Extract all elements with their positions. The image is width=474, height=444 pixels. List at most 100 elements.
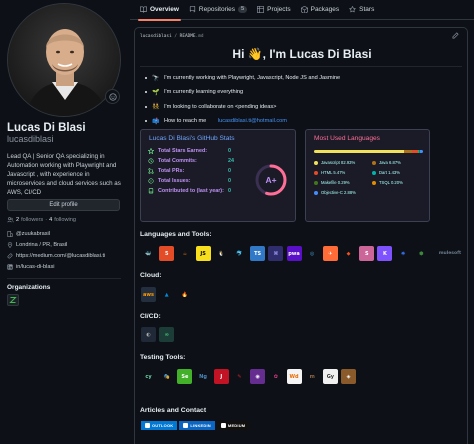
stat-row: Total Stars Earned: 0 (148, 148, 268, 154)
linkedin-icon (183, 423, 189, 428)
linkedin-link[interactable]: in/lucas-di-blasi (16, 264, 55, 270)
galen-icon[interactable]: Gy (322, 369, 338, 384)
typescript-icon[interactable]: TS (250, 246, 266, 261)
firebase-icon[interactable]: 🔥 (177, 287, 193, 302)
selenium-icon[interactable]: Se (177, 369, 193, 384)
company-text[interactable]: @zuukabrasil (16, 231, 50, 237)
seedling-icon: 🌱 (152, 89, 160, 96)
testing-icons: cy 🎭 Se Ng J ✎ ◉ ✿ Wd m Gy ◈ (141, 369, 357, 384)
stat-row: Total PRs: 0 (148, 168, 268, 174)
mocha-icon[interactable]: m (304, 369, 320, 384)
sass-icon[interactable]: S (359, 246, 375, 261)
readme-card: lucasdiblasi / README.md Hi 👋, I'm Lucas… (134, 27, 468, 444)
list-item: 🌱 I'm currently learning everything (145, 85, 340, 99)
language-item: Makefile 0.29% (314, 180, 350, 185)
stat-row: Total Commits: 24 (148, 158, 268, 164)
readme-path-user[interactable]: lucasdiblasi (140, 34, 172, 39)
karate-icon[interactable]: ✿ (268, 369, 284, 384)
website-link[interactable]: https://medium.com/@lucasdiblasi.ti (16, 253, 105, 259)
html5-icon[interactable]: 5 (159, 246, 175, 261)
gitlab-ci-icon[interactable]: ∞ (159, 327, 175, 342)
pwa-icon[interactable]: pwa (286, 246, 302, 261)
language-item: Javascript 82.93% (314, 160, 355, 165)
language-label: Dart 1.43% (379, 170, 400, 175)
linkedin-badge[interactable]: LINKEDIN (179, 421, 215, 430)
repo-icon (148, 188, 154, 194)
table-icon (257, 6, 265, 13)
mulesoft-icon[interactable]: mulesoft (432, 246, 468, 261)
email-link[interactable]: lucasdiblasi.ti@hotmail.com (218, 118, 287, 124)
followers-line: 2 followers · 4 following (7, 217, 76, 223)
medium-badge[interactable]: MEDIUM (216, 421, 250, 430)
language-color-dot (372, 180, 376, 185)
bitbucket-icon[interactable]: ◐ (141, 327, 156, 342)
edit-profile-button[interactable]: Edit profile (7, 199, 120, 211)
set-status-button[interactable] (105, 89, 120, 104)
language-color-dot (314, 180, 318, 185)
language-label: Java 6.87% (379, 160, 401, 165)
readme-greeting: Hi 👋, I'm Lucas Di Blasi (232, 47, 372, 61)
tab-repositories[interactable]: Repositories 5 (189, 0, 248, 20)
tab-packages[interactable]: Packages (300, 0, 339, 20)
readme-path-ext: .md (195, 34, 204, 39)
aws-icon[interactable]: aws (141, 287, 156, 302)
stat-value: 0 (228, 188, 231, 194)
cypress-icon[interactable]: cy (141, 369, 156, 384)
mysql-icon[interactable]: 🐬 (231, 246, 247, 261)
bullet-text: How to reach me (164, 118, 207, 125)
jest-icon[interactable]: J (213, 369, 229, 384)
figma-icon[interactable]: ◆ (341, 246, 357, 261)
language-item: Objective-C 2.88% (314, 190, 356, 195)
tab-stars[interactable]: Stars (349, 0, 374, 20)
stat-value: 0 (228, 168, 231, 174)
kotlin-icon[interactable]: K (377, 246, 393, 261)
java-icon[interactable]: ☕ (177, 246, 193, 261)
people-icon (7, 217, 14, 223)
tab-projects[interactable]: Projects (257, 0, 291, 20)
organization-avatar[interactable] (7, 294, 19, 306)
link-icon (7, 253, 13, 259)
testng-icon[interactable]: Ng (195, 369, 211, 384)
webdriverio-icon[interactable]: Wd (286, 369, 302, 384)
languages-title: Most Used Languages (314, 135, 380, 142)
language-item: HTML 5.47% (314, 170, 345, 175)
followers-count[interactable]: 2 (16, 217, 19, 223)
bullet-text: I'm currently learning everything (164, 89, 244, 96)
profile-tabs: Overview Repositories 5 Projects Package… (130, 0, 474, 21)
language-label: Makefile 0.29% (321, 180, 350, 185)
jmeter-icon[interactable]: ✎ (231, 369, 247, 384)
badge-label: OUTLOOK (152, 423, 174, 428)
rank-grade: A+ (265, 175, 277, 185)
following-count[interactable]: 4 (49, 217, 52, 223)
azure-icon[interactable]: ▲ (159, 287, 175, 302)
following-label[interactable]: following (54, 217, 76, 223)
separator-dot: · (45, 217, 48, 223)
nodejs-icon[interactable]: ⬢ (413, 246, 429, 261)
tab-projects-label: Projects (267, 6, 291, 13)
postman-icon[interactable]: ✈ (322, 246, 338, 261)
postman-flow-icon[interactable]: ◈ (341, 369, 357, 384)
star-icon (349, 6, 356, 13)
outlook-badge[interactable]: OUTLOOK (141, 421, 178, 430)
list-item: 👯 I'm looking to collaborate on <pending … (145, 100, 340, 114)
stat-label: Total Commits: (158, 158, 197, 164)
appium-icon[interactable]: ◉ (250, 369, 266, 384)
github-stats-card: Lucas Di Blasi's GitHub Stats Total Star… (140, 129, 296, 222)
docker-icon[interactable]: 🐳 (141, 246, 156, 261)
stats-title: Lucas Di Blasi's GitHub Stats (149, 135, 235, 142)
kubernetes-icon[interactable]: ⎈ (395, 246, 411, 261)
tab-overview[interactable]: Overview (138, 0, 181, 21)
pencil-icon[interactable] (452, 32, 459, 39)
postman-like-icon[interactable]: ⌘ (268, 246, 284, 261)
matplotlib-like-icon[interactable]: ◎ (304, 246, 320, 261)
zuuka-logo-icon (9, 297, 17, 303)
stat-label: Total PRs: (158, 168, 185, 174)
cucumber-icon[interactable]: 🎭 (159, 369, 175, 384)
readme-path-file: README (179, 34, 196, 39)
cloud-heading: Cloud: (140, 272, 162, 279)
avatar[interactable] (7, 3, 121, 117)
followers-label[interactable]: followers (21, 217, 43, 223)
javascript-icon[interactable]: JS (195, 246, 211, 261)
linux-icon[interactable]: 🐧 (213, 246, 229, 261)
bullet-text: I'm looking to collaborate on <pending i… (164, 103, 277, 110)
